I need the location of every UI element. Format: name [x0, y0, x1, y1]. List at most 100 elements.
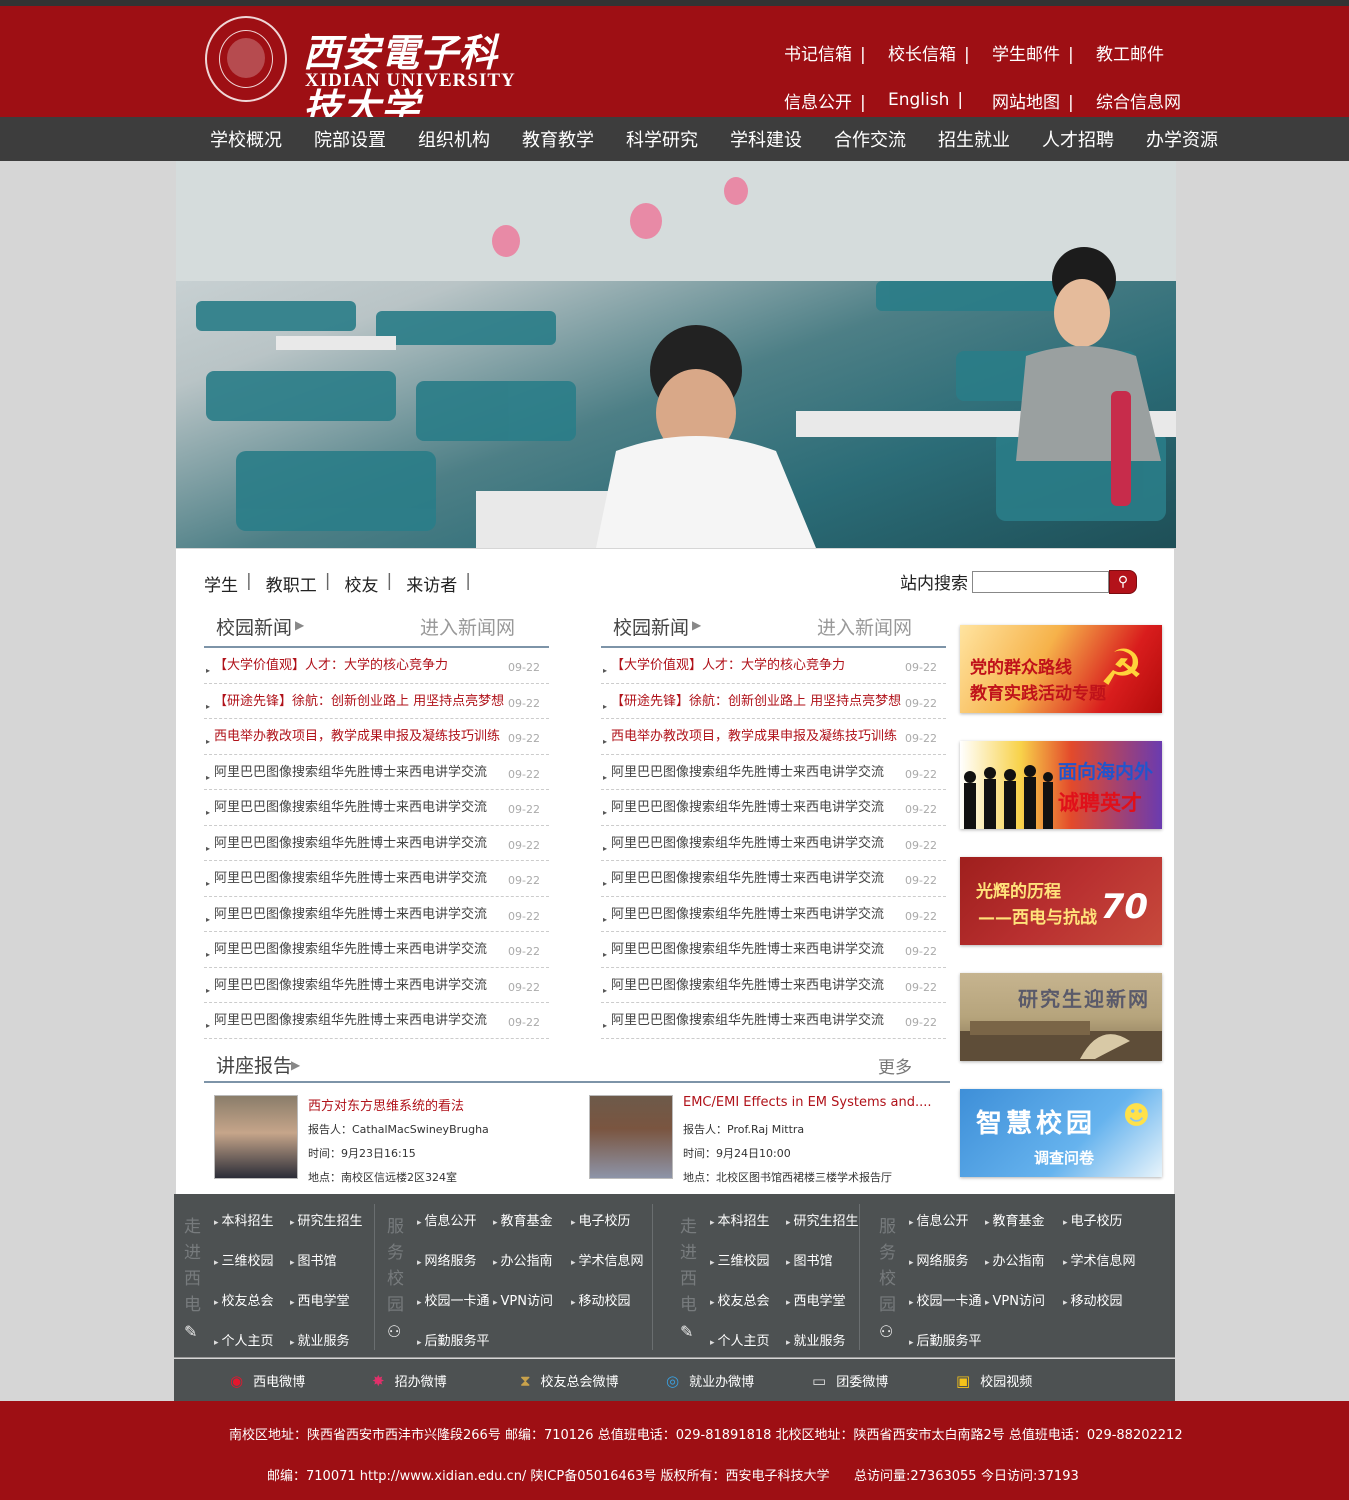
news-item-title[interactable]: 【大学价值观】人才：大学的核心竞争力 — [214, 654, 448, 673]
footer-link[interactable]: 电子校历 — [1063, 1210, 1123, 1229]
nav-item[interactable]: 人才招聘 — [1042, 126, 1146, 152]
footer-link[interactable]: 校友总会 — [214, 1290, 274, 1309]
news-item-title[interactable]: 阿里巴巴图像搜索组华先胜博士来西电讲学交流 — [611, 867, 884, 886]
footer-link[interactable]: 本科招生 — [214, 1210, 274, 1229]
news-item[interactable]: ▸ 阿里巴巴图像搜索组华先胜博士来西电讲学交流 09-22 — [601, 932, 946, 968]
nav-item[interactable]: 招生就业 — [938, 126, 1042, 152]
ad-mass-line-campaign[interactable]: ☭ 党的群众路线 教育实践活动专题 — [960, 625, 1162, 713]
news-item-title[interactable]: 阿里巴巴图像搜索组华先胜博士来西电讲学交流 — [611, 903, 884, 922]
footer-link[interactable]: 校园一卡通 — [417, 1290, 490, 1309]
footer-link[interactable]: 三维校园 — [214, 1250, 274, 1269]
header-link[interactable]: 教工邮件 — [1096, 40, 1200, 65]
lecture-item[interactable]: 西方对东方思维系统的看法 报告人：CathalMacSwineyBrugha 时… — [214, 1095, 574, 1185]
news-item-title[interactable]: 【研途先锋】徐航：创新创业路上 用坚持点亮梦想 — [611, 690, 901, 709]
footer-link[interactable]: 网络服务 — [417, 1250, 477, 1269]
nav-item[interactable]: 合作交流 — [834, 126, 938, 152]
footer-link[interactable]: 教育基金 — [985, 1210, 1045, 1229]
university-logo[interactable]: 西安電子科技大学 XIDIAN UNIVERSITY — [205, 12, 525, 130]
footer-link[interactable]: 办公指南 — [493, 1250, 553, 1269]
news-item-title[interactable]: 西电举办教改项目，教学成果申报及凝练技巧训练 — [611, 725, 897, 744]
header-link[interactable]: 网站地图 | — [992, 88, 1096, 113]
news-item-title[interactable]: 阿里巴巴图像搜索组华先胜博士来西电讲学交流 — [214, 796, 487, 815]
social-link[interactable]: ◉ 西电微博 — [230, 1371, 305, 1390]
news-item[interactable]: ▸ 阿里巴巴图像搜索组华先胜博士来西电讲学交流 09-22 — [601, 897, 946, 932]
search-button[interactable]: ⚲ — [1109, 569, 1137, 594]
news-item-title[interactable]: 阿里巴巴图像搜索组华先胜博士来西电讲学交流 — [611, 832, 884, 851]
news-item-title[interactable]: 阿里巴巴图像搜索组华先胜博士来西电讲学交流 — [611, 938, 884, 957]
footer-link[interactable]: 信息公开 — [417, 1210, 477, 1229]
news-item[interactable]: ▸ 阿里巴巴图像搜索组华先胜博士来西电讲学交流 09-22 — [601, 968, 946, 1003]
news-item-title[interactable]: 阿里巴巴图像搜索组华先胜博士来西电讲学交流 — [611, 1009, 884, 1028]
news-item[interactable]: ▸ 阿里巴巴图像搜索组华先胜博士来西电讲学交流 09-22 — [601, 790, 946, 826]
footer-link[interactable]: 个人主页 — [214, 1330, 274, 1349]
nav-item[interactable]: 院部设置 — [314, 126, 418, 152]
audience-link[interactable]: 校友 — [344, 571, 378, 596]
news-item-title[interactable]: 阿里巴巴图像搜索组华先胜博士来西电讲学交流 — [214, 974, 487, 993]
lecture-more-link[interactable]: 更多 — [878, 1053, 912, 1078]
footer-link[interactable]: 就业服务 — [786, 1330, 846, 1349]
footer-link[interactable]: 图书馆 — [786, 1250, 833, 1269]
footer-link[interactable]: 三维校园 — [710, 1250, 770, 1269]
nav-item[interactable]: 教育教学 — [522, 126, 626, 152]
header-link[interactable]: 书记信箱 | — [784, 40, 888, 65]
footer-link[interactable]: VPN访问 — [493, 1290, 553, 1309]
footer-link[interactable]: 学术信息网 — [571, 1250, 644, 1269]
footer-link[interactable]: 研究生招生 — [290, 1210, 363, 1229]
social-link[interactable]: ⧗ 校友总会微博 — [520, 1371, 619, 1390]
lecture-item-title[interactable]: 西方对东方思维系统的看法 — [308, 1095, 464, 1114]
news-item[interactable]: ▸ 【研途先锋】徐航：创新创业路上 用坚持点亮梦想 09-22 — [601, 684, 946, 719]
news-item[interactable]: ▸ 【研途先锋】徐航：创新创业路上 用坚持点亮梦想 09-22 — [204, 684, 549, 719]
news-item[interactable]: ▸ 【大学价值观】人才：大学的核心竞争力 09-22 — [204, 648, 549, 684]
footer-link[interactable]: 学术信息网 — [1063, 1250, 1136, 1269]
enter-news-site-link[interactable]: 进入新闻网 — [420, 613, 515, 640]
nav-item[interactable]: 学科建设 — [730, 126, 834, 152]
footer-link[interactable]: 电子校历 — [571, 1210, 631, 1229]
footer-link[interactable]: 后勤服务平 — [909, 1330, 982, 1349]
news-item-title[interactable]: 【研途先锋】徐航：创新创业路上 用坚持点亮梦想 — [214, 690, 504, 709]
news-item[interactable]: ▸ 阿里巴巴图像搜索组华先胜博士来西电讲学交流 09-22 — [601, 826, 946, 861]
news-item[interactable]: ▸ 西电举办教改项目，教学成果申报及凝练技巧训练 09-22 — [204, 719, 549, 755]
news-item[interactable]: ▸ 阿里巴巴图像搜索组华先胜博士来西电讲学交流 09-22 — [601, 1003, 946, 1039]
lecture-item-title[interactable]: EMC/EMI Effects in EM Systems and.... — [683, 1095, 932, 1110]
footer-link[interactable]: 本科招生 — [710, 1210, 770, 1229]
news-item-title[interactable]: 阿里巴巴图像搜索组华先胜博士来西电讲学交流 — [214, 761, 487, 780]
news-column-title[interactable]: 校园新闻 — [216, 613, 292, 640]
news-item-title[interactable]: 【大学价值观】人才：大学的核心竞争力 — [611, 654, 845, 673]
news-item-title[interactable]: 阿里巴巴图像搜索组华先胜博士来西电讲学交流 — [214, 867, 487, 886]
news-item[interactable]: ▸ 阿里巴巴图像搜索组华先胜博士来西电讲学交流 09-22 — [204, 790, 549, 826]
footer-link[interactable]: 研究生招生 — [786, 1210, 859, 1229]
news-item-title[interactable]: 西电举办教改项目，教学成果申报及凝练技巧训练 — [214, 725, 500, 744]
footer-link[interactable]: 办公指南 — [985, 1250, 1045, 1269]
audience-link[interactable]: 来访者 — [406, 571, 457, 596]
footer-link[interactable]: 校友总会 — [710, 1290, 770, 1309]
news-item-title[interactable]: 阿里巴巴图像搜索组华先胜博士来西电讲学交流 — [611, 761, 884, 780]
social-link[interactable]: ◎ 就业办微博 — [666, 1371, 754, 1390]
ad-recruitment[interactable]: 面向海内外 诚聘英才 — [960, 741, 1162, 829]
footer-link[interactable]: 网络服务 — [909, 1250, 969, 1269]
lecture-title[interactable]: 讲座报告 — [216, 1051, 292, 1078]
news-item[interactable]: ▸ 阿里巴巴图像搜索组华先胜博士来西电讲学交流 09-22 — [204, 932, 549, 968]
header-link[interactable]: 综合信息网 — [1096, 88, 1200, 113]
nav-item[interactable]: 办学资源 — [1146, 126, 1250, 152]
footer-link[interactable]: 移动校园 — [571, 1290, 631, 1309]
footer-link[interactable]: 就业服务 — [290, 1330, 350, 1349]
audience-link[interactable]: 学生 — [204, 571, 238, 596]
footer-link[interactable]: 后勤服务平 — [417, 1330, 490, 1349]
news-item-title[interactable]: 阿里巴巴图像搜索组华先胜博士来西电讲学交流 — [214, 832, 487, 851]
news-item[interactable]: ▸ 西电举办教改项目，教学成果申报及凝练技巧训练 09-22 — [601, 719, 946, 755]
news-item[interactable]: ▸ 【大学价值观】人才：大学的核心竞争力 09-22 — [601, 648, 946, 684]
news-item[interactable]: ▸ 阿里巴巴图像搜索组华先胜博士来西电讲学交流 09-22 — [204, 897, 549, 932]
news-item[interactable]: ▸ 阿里巴巴图像搜索组华先胜博士来西电讲学交流 09-22 — [601, 755, 946, 790]
nav-item[interactable]: 学校概况 — [210, 126, 314, 152]
news-item[interactable]: ▸ 阿里巴巴图像搜索组华先胜博士来西电讲学交流 09-22 — [204, 826, 549, 861]
ad-anti-war-history[interactable]: 光辉的历程 ——西电与抗战 70 — [960, 857, 1162, 945]
news-item-title[interactable]: 阿里巴巴图像搜索组华先胜博士来西电讲学交流 — [214, 1009, 487, 1028]
header-link[interactable]: 校长信箱 | — [888, 40, 992, 65]
ad-smart-campus-survey[interactable]: 智慧校园 调查问卷 ☻ — [960, 1089, 1162, 1177]
footer-link[interactable]: 教育基金 — [493, 1210, 553, 1229]
news-item[interactable]: ▸ 阿里巴巴图像搜索组华先胜博士来西电讲学交流 09-22 — [204, 1003, 549, 1039]
footer-link[interactable]: 西电学堂 — [290, 1290, 350, 1309]
enter-news-site-link[interactable]: 进入新闻网 — [817, 613, 912, 640]
news-item[interactable]: ▸ 阿里巴巴图像搜索组华先胜博士来西电讲学交流 09-22 — [601, 861, 946, 897]
header-link[interactable]: 学生邮件 | — [992, 40, 1096, 65]
